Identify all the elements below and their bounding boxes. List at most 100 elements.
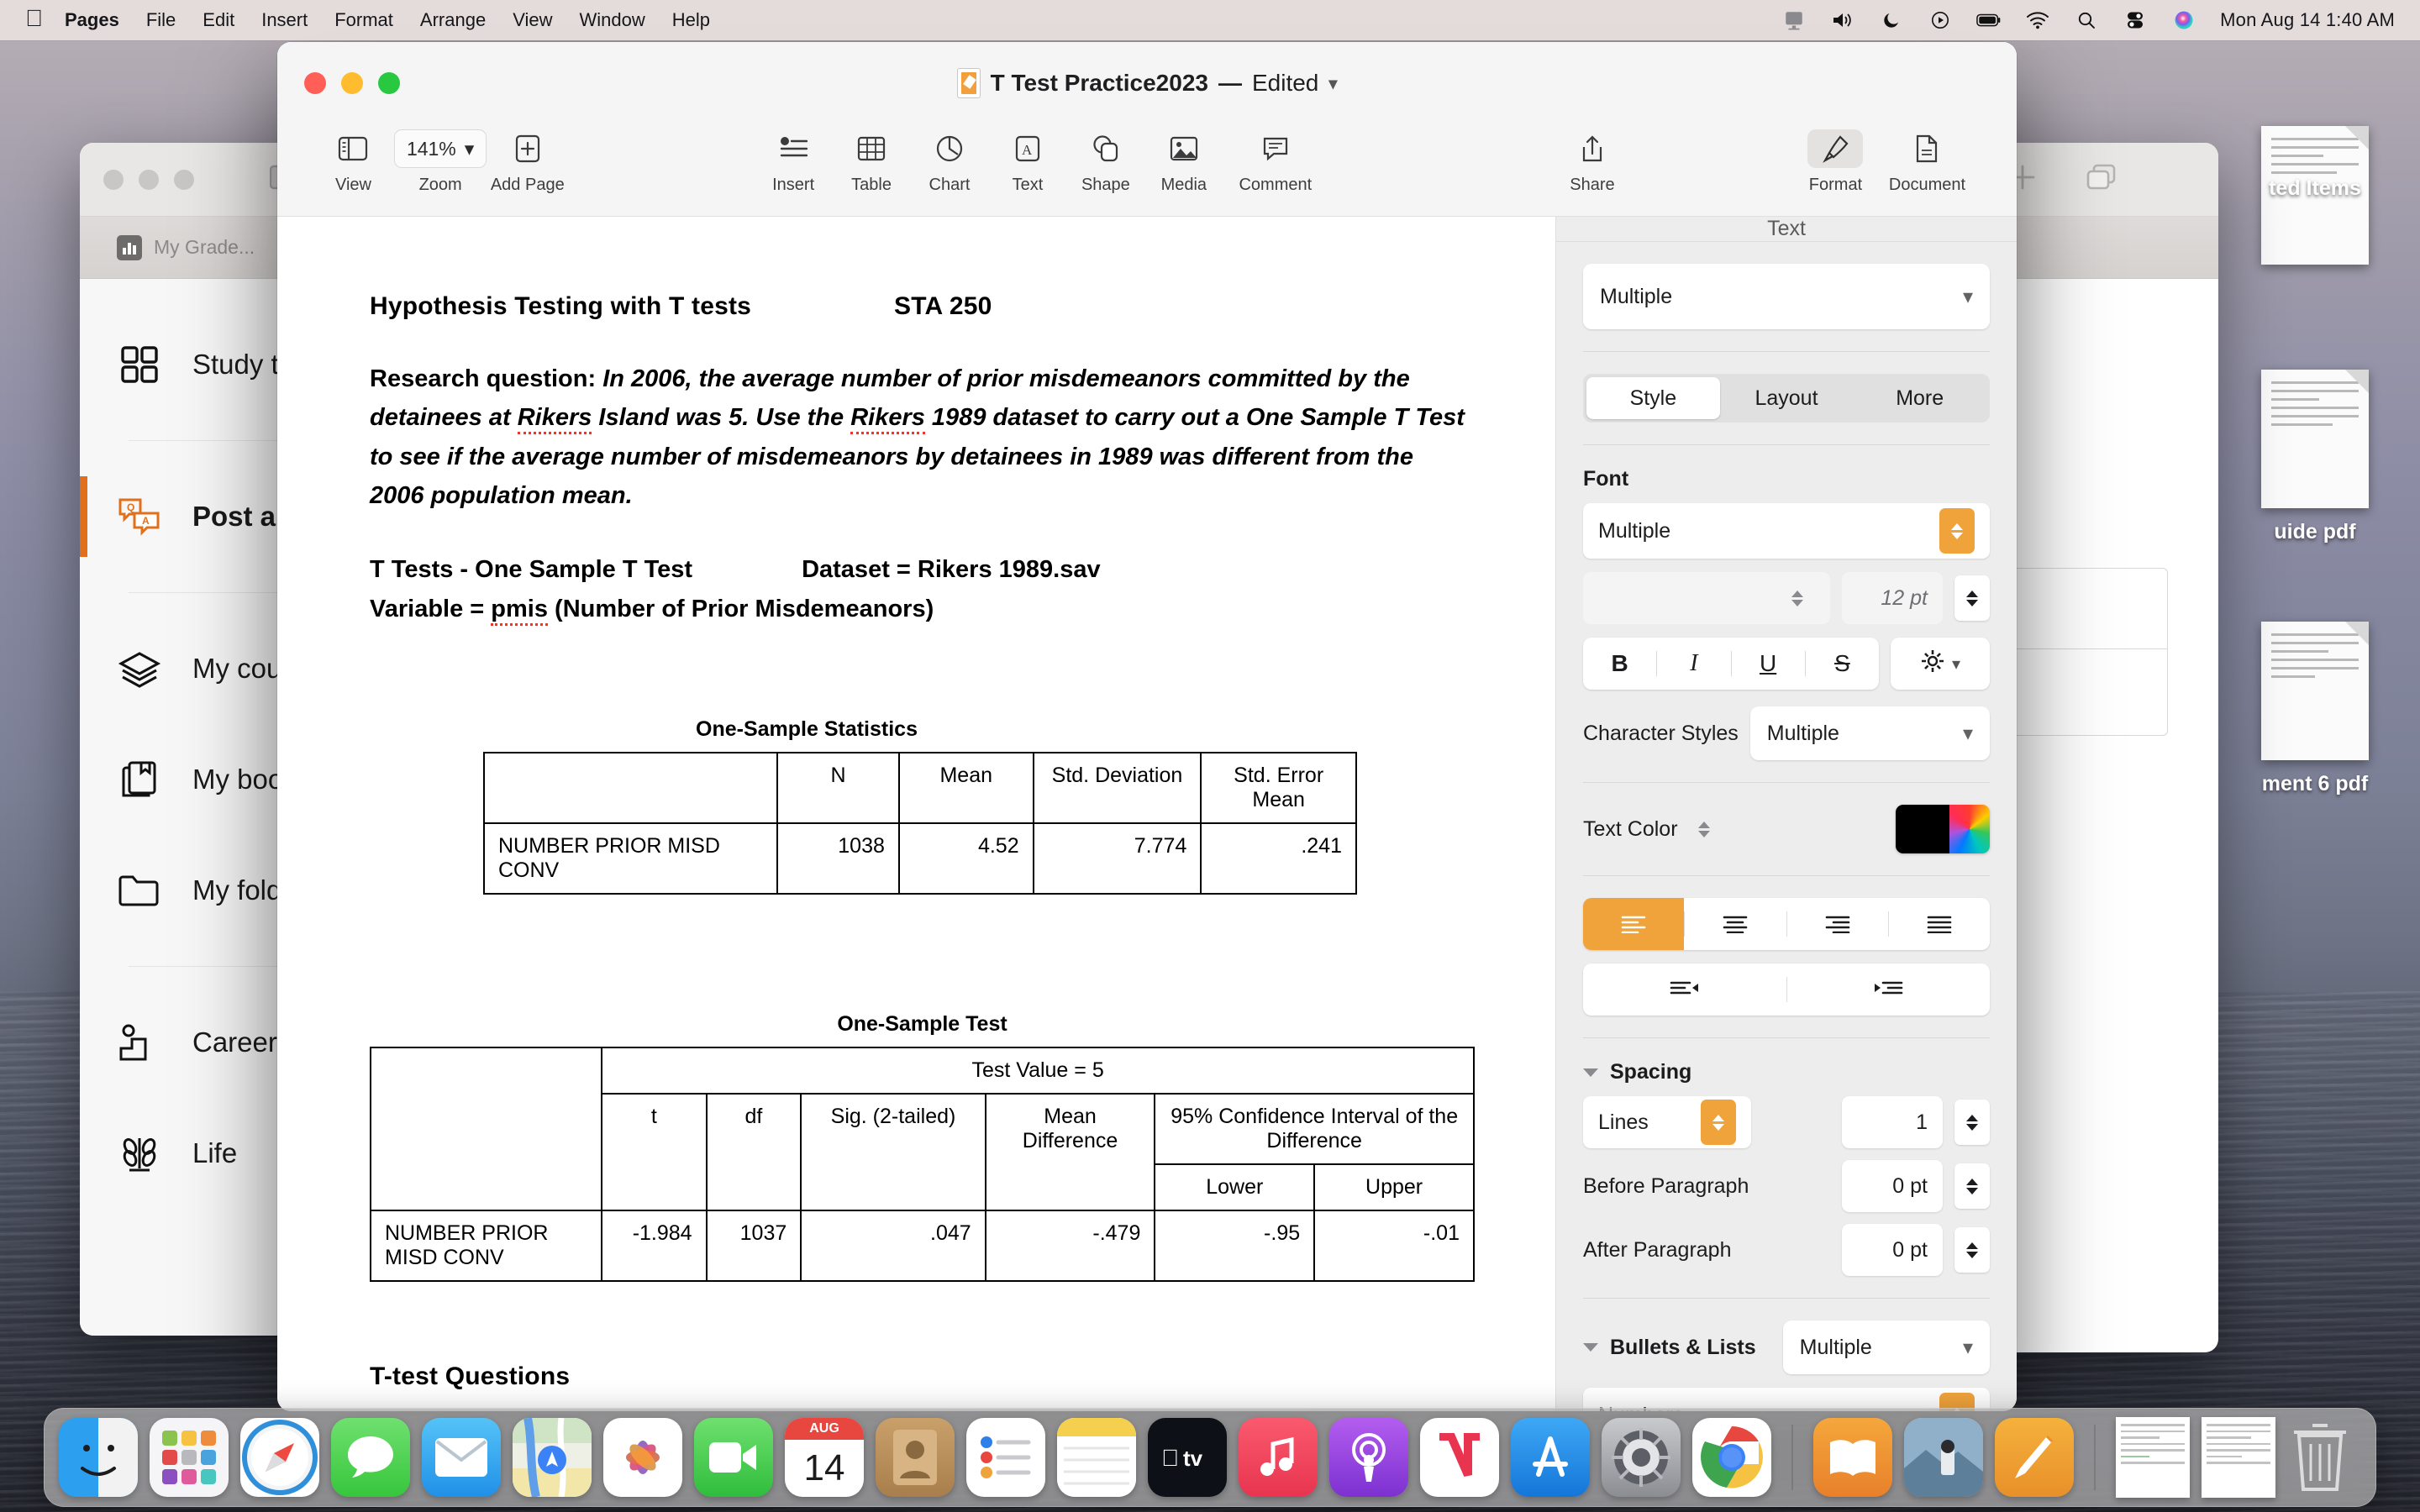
pages-window[interactable]: T Test Practice2023 — Edited ▾ View 141%…: [277, 42, 2017, 1411]
line-spacing-value-field[interactable]: 1: [1842, 1096, 1943, 1148]
color-swatch[interactable]: [1896, 805, 1949, 853]
dock-item-music[interactable]: [1239, 1418, 1318, 1497]
dock-item-news[interactable]: [1420, 1418, 1499, 1497]
control-center-icon[interactable]: [2123, 8, 2148, 33]
after-paragraph-stepper[interactable]: [1954, 1227, 1990, 1273]
font-style-buttons[interactable]: B I U S: [1583, 638, 1879, 690]
bold-button[interactable]: B: [1583, 650, 1656, 677]
toolbar-zoom-control[interactable]: 141% ▾ Zoom: [392, 129, 488, 195]
underline-button[interactable]: U: [1732, 650, 1805, 677]
font-options-button[interactable]: ▾: [1891, 638, 1990, 690]
document-canvas[interactable]: Hypothesis Testing with T tests STA 250 …: [277, 217, 1556, 1411]
menu-item-window[interactable]: Window: [580, 9, 645, 31]
document-title[interactable]: T Test Practice2023: [991, 70, 1208, 97]
dock-item-preview[interactable]: [1904, 1418, 1983, 1497]
dock-minimized-document-1[interactable]: [2116, 1417, 2190, 1498]
text-alignment-buttons[interactable]: [1583, 898, 1990, 950]
menu-item-edit[interactable]: Edit: [203, 9, 234, 31]
toolbar-chart-button[interactable]: Chart: [911, 129, 989, 195]
font-size-field[interactable]: 12 pt: [1842, 572, 1943, 624]
toolbar-text-button[interactable]: A Text: [988, 129, 1066, 195]
font-family-field[interactable]: Multiple: [1583, 503, 1990, 559]
dock-item-safari[interactable]: [240, 1418, 319, 1497]
dock-item-books[interactable]: [1813, 1418, 1892, 1497]
bullets-lists-header[interactable]: Bullets & Lists Multiple ▾: [1583, 1320, 1990, 1374]
format-tabs[interactable]: Style Layout More: [1583, 374, 1990, 423]
siri-icon[interactable]: [2171, 8, 2196, 33]
maximize-button[interactable]: [174, 169, 194, 190]
now-playing-icon[interactable]: [1928, 8, 1953, 33]
minimize-button[interactable]: [139, 169, 159, 190]
strikethrough-button[interactable]: S: [1806, 650, 1879, 677]
menu-item-view[interactable]: View: [513, 9, 552, 31]
screen-mirroring-icon[interactable]: [1781, 8, 1807, 33]
toolbar-shape-button[interactable]: Shape: [1066, 129, 1144, 195]
dock-item-maps[interactable]: [513, 1418, 592, 1497]
tab-more[interactable]: More: [1853, 377, 1986, 419]
font-size-stepper[interactable]: [1954, 575, 1990, 621]
dock-item-finder[interactable]: [59, 1418, 138, 1497]
menu-bar-clock[interactable]: Mon Aug 14 1:40 AM: [2220, 9, 2395, 31]
browser-tab[interactable]: My Grade...: [95, 217, 276, 278]
toolbar-insert-button[interactable]: Insert: [755, 129, 833, 195]
italic-button[interactable]: I: [1657, 650, 1730, 677]
dock[interactable]: AUG 14 tv: [44, 1408, 2376, 1507]
menu-item-help[interactable]: Help: [672, 9, 710, 31]
toolbar-media-button[interactable]: Media: [1144, 129, 1223, 195]
dock-item-pages[interactable]: [1995, 1418, 2074, 1497]
line-spacing-stepper[interactable]: [1954, 1100, 1990, 1145]
menu-item-pages[interactable]: Pages: [65, 9, 119, 31]
volume-icon[interactable]: [1830, 8, 1855, 33]
align-center-button[interactable]: [1685, 898, 1786, 950]
edited-status[interactable]: Edited: [1252, 70, 1318, 97]
indent-buttons[interactable]: [1583, 963, 1990, 1016]
indent-button[interactable]: [1787, 963, 1991, 1016]
dock-item-tv[interactable]: tv: [1148, 1418, 1227, 1497]
dock-item-contacts[interactable]: [876, 1418, 955, 1497]
tab-style[interactable]: Style: [1586, 377, 1720, 419]
dock-item-mail[interactable]: [422, 1418, 501, 1497]
dock-item-google-chrome[interactable]: [1692, 1418, 1771, 1497]
zoom-popup[interactable]: 141% ▾: [393, 129, 487, 168]
toolbar-view-button[interactable]: View: [314, 129, 392, 195]
dock-item-system-settings[interactable]: [1602, 1418, 1681, 1497]
before-paragraph-field[interactable]: 0 pt: [1842, 1160, 1943, 1212]
toolbar-add-page-button[interactable]: Add Page: [488, 129, 566, 195]
menu-item-insert[interactable]: Insert: [261, 9, 308, 31]
tab-layout[interactable]: Layout: [1720, 377, 1854, 419]
menu-item-arrange[interactable]: Arrange: [420, 9, 486, 31]
chevron-down-icon[interactable]: ▾: [1328, 73, 1337, 94]
toolbar-share-button[interactable]: Share: [1553, 129, 1631, 195]
toolbar-format-button[interactable]: Format: [1797, 129, 1875, 195]
spacing-section-header[interactable]: Spacing: [1583, 1060, 1990, 1084]
after-paragraph-field[interactable]: 0 pt: [1842, 1224, 1943, 1276]
dock-item-photos[interactable]: [603, 1418, 682, 1497]
outdent-button[interactable]: [1583, 963, 1786, 1016]
toolbar-document-button[interactable]: Document: [1875, 129, 1980, 195]
toolbar-comment-button[interactable]: Comment: [1223, 129, 1328, 195]
tabs-overview-icon[interactable]: [2086, 163, 2118, 196]
dock-item-notes[interactable]: [1057, 1418, 1136, 1497]
bullets-style-popup[interactable]: Multiple ▾: [1782, 1320, 1990, 1374]
dock-item-reminders[interactable]: [966, 1418, 1045, 1497]
line-spacing-mode-stepper[interactable]: [1701, 1100, 1736, 1145]
desktop-icon[interactable]: uide pdf: [2218, 370, 2412, 544]
text-color-well[interactable]: [1896, 805, 1990, 853]
dock-minimized-document-2[interactable]: [2202, 1417, 2275, 1498]
align-left-button[interactable]: [1583, 898, 1685, 950]
menu-item-format[interactable]: Format: [334, 9, 393, 31]
desktop-icon[interactable]: [2218, 126, 2412, 276]
before-paragraph-stepper[interactable]: [1954, 1163, 1990, 1209]
dock-item-messages[interactable]: [331, 1418, 410, 1497]
dock-item-facetime[interactable]: [694, 1418, 773, 1497]
toolbar-table-button[interactable]: Table: [833, 129, 911, 195]
apple-logo-icon[interactable]: : [25, 7, 43, 30]
menu-item-file[interactable]: File: [146, 9, 176, 31]
align-justify-button[interactable]: [1889, 898, 1990, 950]
character-styles-popup[interactable]: Multiple ▾: [1749, 706, 1990, 760]
align-right-button[interactable]: [1787, 898, 1888, 950]
close-button[interactable]: [103, 169, 124, 190]
dock-item-podcasts[interactable]: [1329, 1418, 1408, 1497]
wifi-icon[interactable]: [2025, 8, 2050, 33]
font-typeface-field[interactable]: [1583, 572, 1830, 624]
